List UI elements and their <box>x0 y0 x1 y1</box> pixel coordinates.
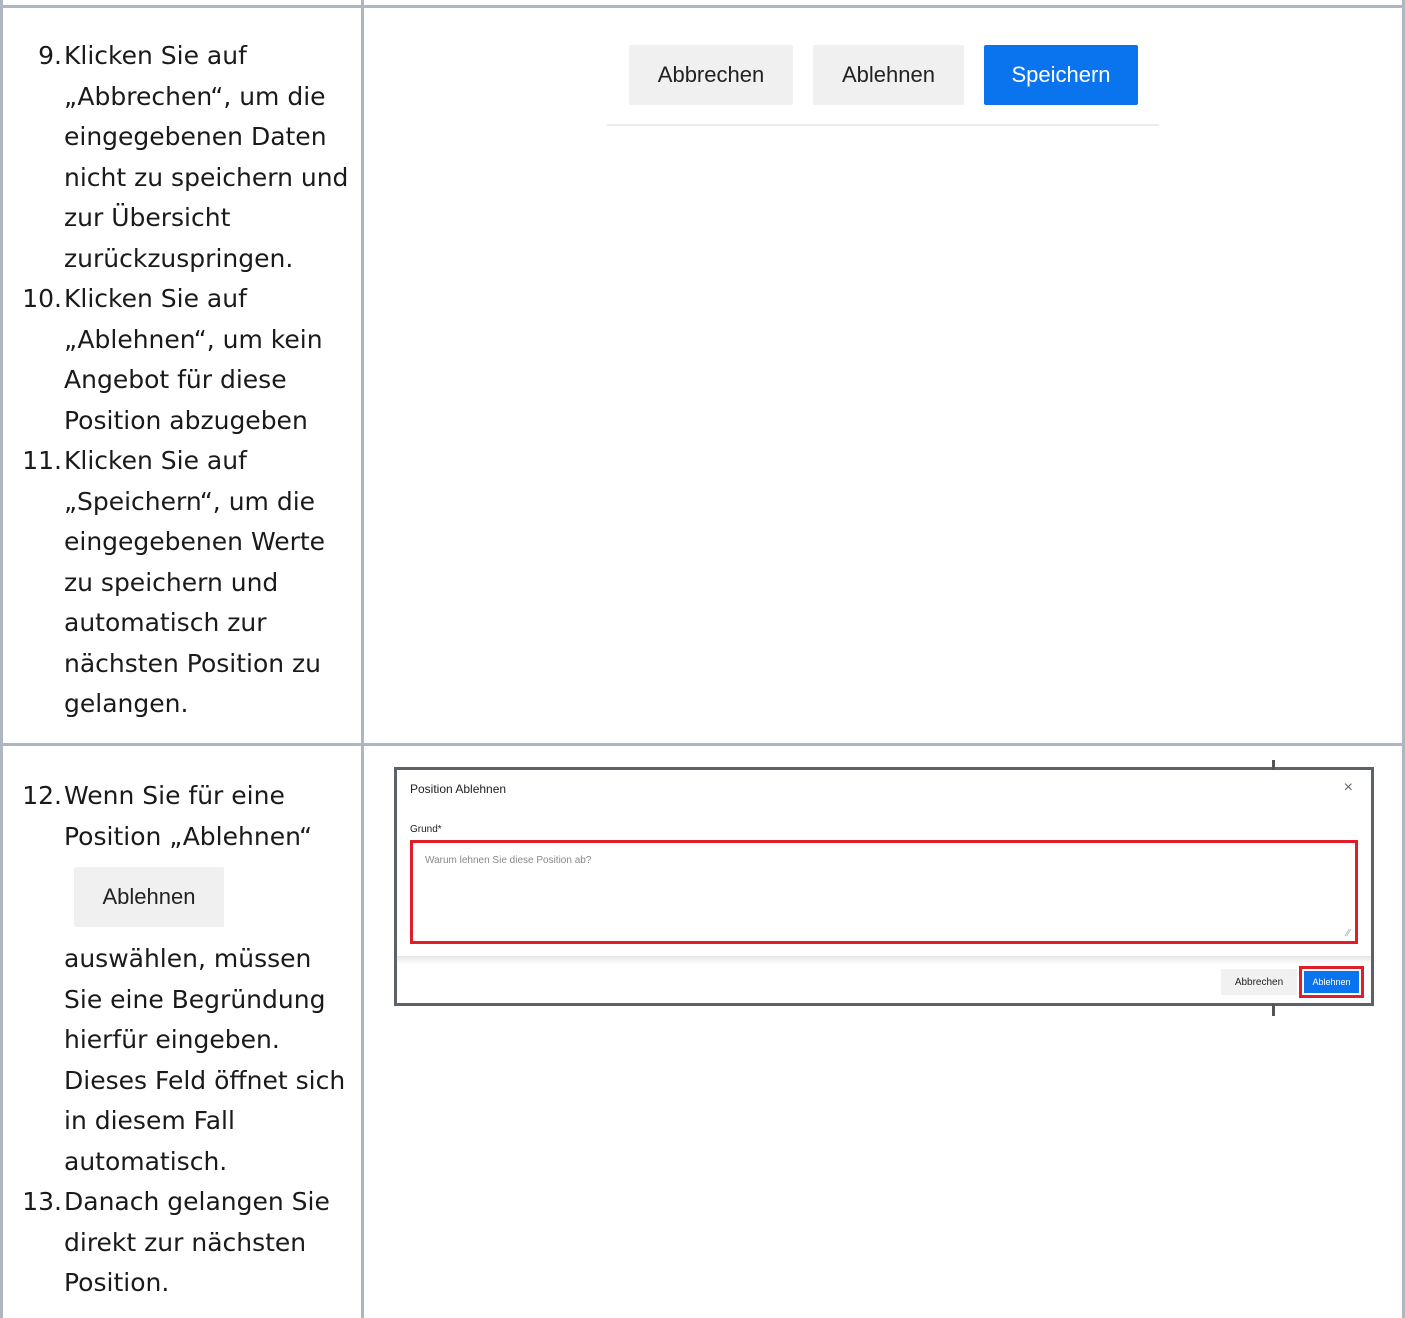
save-button[interactable]: Speichern <box>984 45 1138 105</box>
step-12: 12. Wenn Sie für eine Position „Ablehnen… <box>18 776 353 1182</box>
inline-reject-button[interactable]: Ablehnen <box>74 867 224 927</box>
cancel-button[interactable]: Abbrechen <box>629 45 793 105</box>
resize-grip-icon[interactable]: ⁄⁄ <box>1347 928 1350 939</box>
reject-position-dialog: Position Ablehnen × Grund* Warum lehnen … <box>394 767 1374 1006</box>
reason-textarea[interactable]: Warum lehnen Sie diese Position ab? ⁄⁄ <box>410 840 1358 944</box>
reject-button[interactable]: Ablehnen <box>813 45 964 105</box>
step-text: Klicken Sie auf „Speichern“, um die eing… <box>64 446 326 718</box>
steps-list-row1: 9. Klicken Sie auf „Abbrechen“, um die e… <box>18 36 353 725</box>
step-number: 9. <box>38 41 62 70</box>
table-border-top <box>0 5 1405 8</box>
dialog-reject-highlight: Ablehnen <box>1299 966 1364 998</box>
step-number: 11. <box>22 446 62 475</box>
step-text: Danach gelangen Sie direkt zur nächsten … <box>64 1187 330 1297</box>
document-table: 9. Klicken Sie auf „Abbrechen“, um die e… <box>0 0 1405 1318</box>
step-number: 12. <box>22 781 62 810</box>
button-bar-divider <box>607 124 1159 126</box>
backdrop-edge <box>1272 1004 1275 1016</box>
step-text: Klicken Sie auf „Ablehnen“, um kein Ange… <box>64 284 323 435</box>
step-text: Wenn Sie für eine Position „Ablehnen“ <box>64 781 313 851</box>
step-number: 13. <box>22 1187 62 1216</box>
backdrop-edge <box>1272 760 1275 770</box>
dialog-footer-shadow <box>397 956 1371 964</box>
step-10: 10. Klicken Sie auf „Ablehnen“, um kein … <box>18 279 353 441</box>
table-border-left <box>0 0 3 1318</box>
dialog-reject-button[interactable]: Ablehnen <box>1304 971 1359 993</box>
close-icon[interactable]: × <box>1344 779 1353 797</box>
dialog-title: Position Ablehnen <box>410 782 507 796</box>
table-column-divider <box>361 0 364 1318</box>
reason-placeholder: Warum lehnen Sie diese Position ab? <box>425 855 592 866</box>
step-13: 13. Danach gelangen Sie direkt zur nächs… <box>18 1182 353 1304</box>
reason-label: Grund* <box>410 824 442 835</box>
steps-list-row2: 12. Wenn Sie für eine Position „Ablehnen… <box>18 776 353 1304</box>
step-text: Klicken Sie auf „Abbrechen“, um die eing… <box>64 41 349 273</box>
dialog-cancel-button[interactable]: Abbrechen <box>1221 969 1297 995</box>
step-text-continued: auswählen, müssen Sie eine Begründung hi… <box>64 944 346 1176</box>
step-11: 11. Klicken Sie auf „Speichern“, um die … <box>18 441 353 725</box>
table-row-divider <box>0 743 1405 746</box>
step-number: 10. <box>22 284 62 313</box>
step-9: 9. Klicken Sie auf „Abbrechen“, um die e… <box>18 36 353 279</box>
